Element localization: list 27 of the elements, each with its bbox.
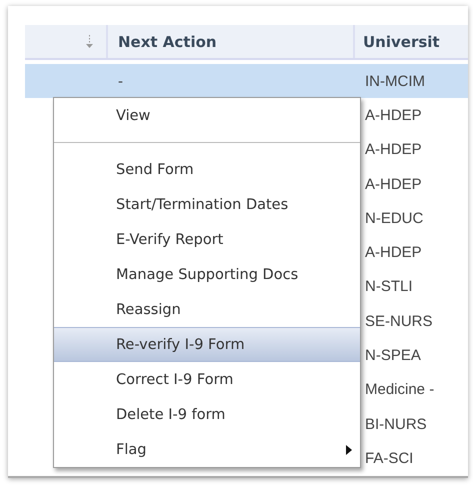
menu-item[interactable]: Manage Supporting Docs [54,257,360,292]
table-cell: FA-SCI [365,450,414,467]
menu-item[interactable]: Correct I-9 Form [54,362,360,397]
table-cell: - [118,72,123,90]
table-cell: A-HDEP [365,106,422,124]
menu-item[interactable]: E-Verify Report [54,222,360,257]
column-header[interactable]: Next Action [118,32,217,50]
selected-row[interactable]: - IN-MCIM [25,64,468,98]
menu-item[interactable]: Reassign [54,292,360,327]
table-cell: A-HDEP [365,244,422,262]
table-cell: N-EDUC [365,210,424,227]
table-cell: N-SPEA [365,347,421,364]
sort-arrow-icon[interactable] [85,34,94,48]
menu-item[interactable]: Start/Termination Dates [54,187,360,222]
column-header[interactable]: Universit [363,32,440,50]
table-cell: N-STLI [365,278,413,296]
menu-item[interactable]: Send Form [54,152,360,187]
table-cell: SE-NURS [365,312,433,330]
table-cell: A-HDEP [365,141,422,158]
table-cell: A-HDEP [365,176,422,193]
menu-item[interactable]: Re-verify I-9 Form [54,327,360,362]
table-cell: IN-MCIM [365,72,425,90]
menu-item[interactable]: Delete I-9 form [54,397,360,432]
menu-item[interactable]: Flag [54,432,360,467]
table-cell: Medicine - [365,381,434,398]
table-cell: BI-NURS [365,416,427,433]
menu-item[interactable]: View [54,98,360,133]
